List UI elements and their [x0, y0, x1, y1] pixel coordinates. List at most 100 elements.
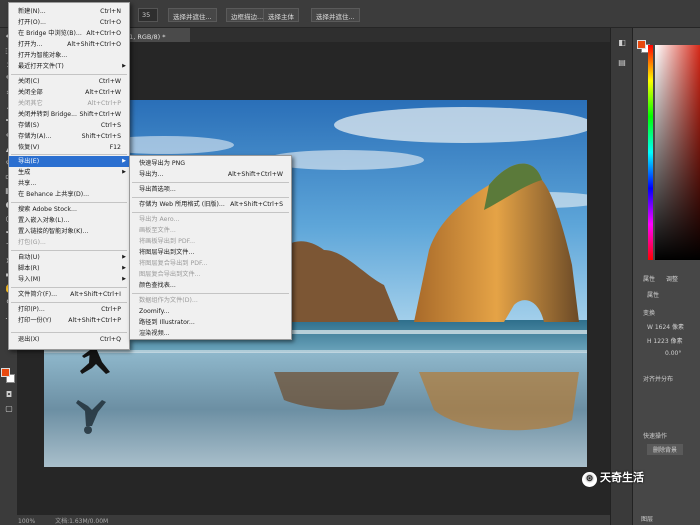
libraries-panel-icon[interactable]: ▤	[616, 58, 628, 68]
export-menu-item[interactable]: 存储为 Web 所用格式 (旧版)... Alt+Shift+Ctrl+S	[130, 199, 291, 210]
quick-actions-section[interactable]: 快速操作	[643, 431, 667, 440]
menu-item-shortcut: Alt+Shift+Ctrl+P	[68, 317, 121, 324]
export-menu-item[interactable]: 路径到 Illustrator...	[130, 317, 291, 328]
foreground-color-swatch[interactable]	[1, 368, 10, 377]
file-menu-item[interactable]: 在 Bridge 中浏览(B)... Alt+Ctrl+O	[9, 28, 129, 39]
file-menu-item[interactable]: 打开为... Alt+Shift+Ctrl+O	[9, 39, 129, 50]
menu-item-shortcut: Shift+Ctrl+W	[79, 111, 121, 118]
export-menu-item[interactable]: 将图层导出到文件...	[130, 247, 291, 258]
menu-item-label: 在 Bridge 中浏览(B)...	[18, 30, 82, 37]
menu-item-label: 搜索 Adobe Stock...	[18, 206, 77, 213]
export-menu-item[interactable]: 颜色查找表...	[130, 280, 291, 291]
file-menu-item[interactable]: 共享...	[9, 178, 129, 189]
file-menu-item[interactable]: 打开为智能对象...	[9, 50, 129, 61]
submenu-arrow-icon: ▶	[122, 158, 126, 164]
menu-item-shortcut: Ctrl+Q	[99, 336, 121, 343]
menu-item-label: 快速导出为 PNG	[139, 160, 186, 167]
menu-separator	[132, 212, 289, 213]
color-picker-field[interactable]	[655, 45, 700, 260]
file-menu-item[interactable]: 打开(O)... Ctrl+O	[9, 17, 129, 28]
file-menu-item[interactable]: 置入嵌入对象(L)...	[9, 215, 129, 226]
menu-item-label: Zoomify...	[139, 308, 170, 315]
file-menu-item[interactable]: 置入链接的智能对象(K)...	[9, 226, 129, 237]
submenu-arrow-icon: ▶	[122, 265, 126, 271]
export-menu-item[interactable]: 导出为... Alt+Shift+Ctrl+W	[130, 169, 291, 180]
menu-item-label: 打包(G)...	[18, 239, 46, 246]
tab-layers[interactable]: 图层	[641, 514, 653, 523]
file-menu-item[interactable]: 导入(M) ▶	[9, 274, 129, 285]
stroke-button[interactable]: 边框描边...	[226, 8, 269, 22]
file-menu-item[interactable]: 恢复(V) F12	[9, 142, 129, 153]
export-menu-item[interactable]: 导出首选项...	[130, 184, 291, 195]
menu-item-label: 将画板导出到 PDF...	[139, 238, 196, 245]
export-submenu: 快速导出为 PNG 导出为... Alt+Shift+Ctrl+W 导出首选项... 存…	[129, 155, 292, 340]
file-menu-item[interactable]: 存储(S) Ctrl+S	[9, 120, 129, 131]
menu-item-label: 在 Behance 上共享(D)...	[18, 191, 90, 198]
export-menu-item[interactable]: Zoomify...	[130, 306, 291, 317]
panel-dock-collapsed: ◧ ▤	[610, 28, 632, 525]
remove-background-button[interactable]: 删除背景	[647, 444, 684, 455]
menu-item-label: 退出(X)	[18, 336, 40, 343]
menu-item-label: 导出(E)	[18, 158, 40, 165]
tab-adjustments[interactable]: 调整	[666, 274, 678, 283]
menu-item-label: 将图层导出到文件...	[139, 249, 195, 256]
submenu-arrow-icon: ▶	[122, 276, 126, 282]
select-and-mask-button[interactable]: 选择并遮住...	[311, 8, 360, 22]
align-section[interactable]: 对齐并分布	[643, 374, 673, 383]
menu-separator	[11, 287, 127, 288]
watermark-text: 天奇生活	[600, 471, 644, 484]
file-menu-item[interactable]: 打印一份(Y) Alt+Shift+Ctrl+P	[9, 315, 129, 326]
file-menu-item[interactable]: 关闭(C) Ctrl+W	[9, 76, 129, 87]
file-menu-item[interactable]: 打印(P)... Ctrl+P	[9, 304, 129, 315]
menu-item-label: 最近打开文件(T)	[18, 63, 64, 70]
file-menu-item[interactable]: 自动(U) ▶	[9, 252, 129, 263]
document-size: 文档:1.63M/0.00M	[55, 518, 109, 525]
screen-mode-icon[interactable]: ▢	[3, 404, 15, 414]
menu-item-label: 置入链接的智能对象(K)...	[18, 228, 89, 235]
angle-value[interactable]: 0.00°	[665, 350, 681, 357]
file-menu-item[interactable]: 导出(E) ▶	[9, 156, 129, 167]
history-panel-icon[interactable]: ◧	[616, 38, 628, 48]
file-menu-item[interactable]: 搜索 Adobe Stock...	[9, 204, 129, 215]
refine-edge-button[interactable]: 选择并遮住...	[168, 8, 217, 22]
file-menu-item[interactable]: 关闭并转到 Bridge... Shift+Ctrl+W	[9, 109, 129, 120]
menu-item-label: 打开为...	[18, 41, 43, 48]
file-menu-item[interactable]: 文件简介(F)... Alt+Shift+Ctrl+I	[9, 289, 129, 300]
menu-item-shortcut: Alt+Shift+Ctrl+I	[70, 291, 121, 298]
transform-section[interactable]: 变换	[643, 308, 655, 317]
menu-item-label: 打开(O)...	[18, 19, 46, 26]
photoshop-window: 35 选择并遮住... 边框描边... 选择主体 选择并遮住... 绘图 1, …	[0, 0, 700, 525]
file-menu-item[interactable]: 最近打开文件(T) ▶	[9, 61, 129, 72]
menu-item-label: 打印(P)...	[18, 306, 45, 313]
menu-item-shortcut: Alt+Shift+Ctrl+W	[227, 171, 283, 178]
menu-item-shortcut: Ctrl+S	[100, 122, 121, 129]
export-menu-item[interactable]: 渲染视频...	[130, 328, 291, 339]
menu-item-shortcut: Ctrl+O	[99, 19, 121, 26]
export-menu-item[interactable]: 快速导出为 PNG	[130, 158, 291, 169]
select-subject-button[interactable]: 选择主体	[263, 8, 299, 22]
zoom-level[interactable]: 100%	[18, 518, 35, 525]
file-menu-item[interactable]: 生成 ▶	[9, 167, 129, 178]
file-menu-item[interactable]: 在 Behance 上共享(D)...	[9, 189, 129, 200]
menu-item-label: 关闭(C)	[18, 78, 40, 85]
watermark-icon: ⊙	[582, 472, 597, 487]
file-menu-item[interactable]: 退出(X) Ctrl+Q	[9, 334, 129, 345]
tab-properties[interactable]: 属性	[643, 274, 655, 283]
feather-field[interactable]: 35	[138, 8, 158, 22]
menu-separator	[11, 332, 127, 333]
menu-item-label: 导出首选项...	[139, 186, 176, 193]
menu-separator	[132, 197, 289, 198]
panel-fg-swatch[interactable]	[637, 40, 646, 49]
hue-slider[interactable]	[648, 45, 653, 260]
height-value[interactable]: H 1223 像素	[647, 336, 683, 345]
file-menu-item[interactable]: 存储为(A)... Shift+Ctrl+S	[9, 131, 129, 142]
export-menu-item: 画板至文件...	[130, 225, 291, 236]
width-value[interactable]: W 1624 像素	[647, 322, 684, 331]
export-menu-item: 将图层复合导出到 PDF...	[130, 258, 291, 269]
quick-mask-icon[interactable]: ◘	[3, 390, 15, 400]
menu-item-shortcut: Shift+Ctrl+S	[81, 133, 121, 140]
file-menu-item[interactable]: 新建(N)... Ctrl+N	[9, 6, 129, 17]
file-menu-item[interactable]: 脚本(R) ▶	[9, 263, 129, 274]
file-menu-item[interactable]: 关闭全部 Alt+Ctrl+W	[9, 87, 129, 98]
menu-item-label: 画板至文件...	[139, 227, 176, 234]
